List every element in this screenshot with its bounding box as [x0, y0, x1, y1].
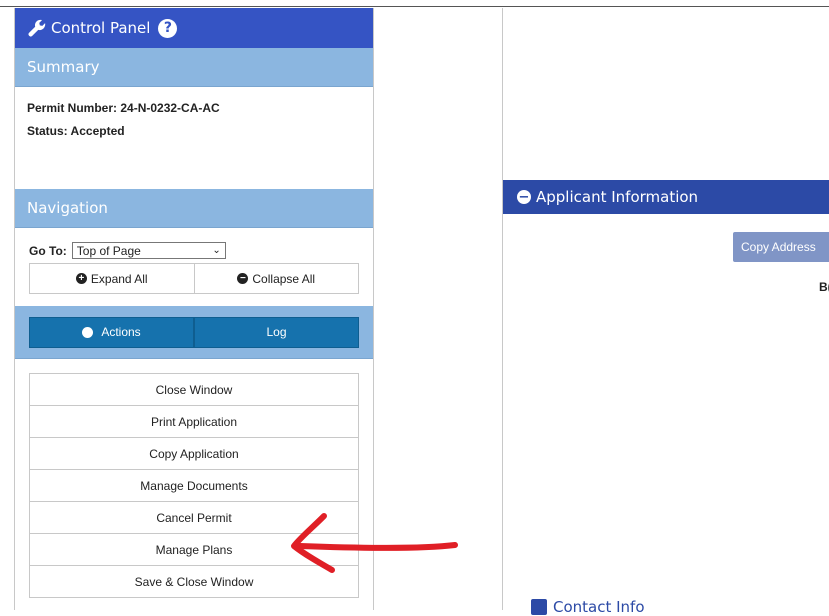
plus-circle-icon: + [75, 273, 87, 284]
action-list: Close Window Print Application Copy Appl… [29, 373, 359, 598]
content-divider [502, 8, 503, 610]
tab-row: Actions Log [29, 316, 359, 348]
wrench-icon [28, 19, 46, 37]
summary-body: Permit Number: 24-N-0232-CA-AC Status: A… [15, 87, 373, 189]
summary-header: Summary [15, 48, 373, 87]
manage-plans-button[interactable]: Manage Plans [30, 534, 358, 566]
applicant-info-header[interactable]: − Applicant Information [503, 180, 829, 214]
tab-actions[interactable]: Actions [29, 316, 194, 348]
expand-collapse-row: + Expand All − Collapse All [29, 263, 359, 294]
minus-circle-icon: − [237, 273, 249, 284]
expand-all-label: Expand All [90, 271, 148, 286]
control-panel: Control Panel ? Summary Permit Number: 2… [14, 8, 374, 610]
permit-number: Permit Number: 24-N-0232-CA-AC [27, 101, 220, 115]
permit-status: Status: Accepted [27, 124, 125, 138]
tab-log-label: Log [266, 325, 287, 339]
applicant-info-title: Applicant Information [536, 188, 699, 206]
chevron-down-icon: ⌄ [212, 245, 221, 256]
close-window-button[interactable]: Close Window [30, 374, 358, 406]
contact-info-header[interactable]: Contact Info [531, 598, 645, 616]
tab-actions-label: Actions [101, 325, 141, 339]
navigation-header: Navigation [15, 189, 373, 228]
help-icon[interactable]: ? [158, 18, 178, 38]
collapse-all-button[interactable]: − Collapse All [193, 264, 359, 293]
goto-row: Go To: Top of Page ⌄ [29, 242, 359, 259]
tabs-band: Actions Log [15, 306, 373, 359]
contact-info-title: Contact Info [553, 598, 645, 616]
summary-title: Summary [27, 58, 100, 76]
save-close-window-button[interactable]: Save & Close Window [30, 566, 358, 597]
print-application-button[interactable]: Print Application [30, 406, 358, 438]
copy-address-button[interactable]: Copy Address [733, 232, 829, 262]
partial-label: B( [819, 280, 829, 294]
navigation-title: Navigation [27, 199, 108, 217]
circle-icon [82, 326, 94, 338]
expand-all-button[interactable]: + Expand All [30, 264, 194, 293]
goto-label: Go To: [29, 243, 67, 258]
top-border-line [0, 6, 829, 7]
copy-application-button[interactable]: Copy Application [30, 438, 358, 470]
manage-documents-button[interactable]: Manage Documents [30, 470, 358, 502]
navigation-body: Go To: Top of Page ⌄ + Expand All − Coll… [15, 228, 373, 294]
tab-log[interactable]: Log [194, 316, 359, 348]
collapse-all-label: Collapse All [252, 271, 316, 286]
minus-circle-icon: − [517, 189, 531, 205]
control-panel-header: Control Panel ? [15, 8, 373, 48]
control-panel-title: Control Panel [51, 19, 151, 37]
goto-selected-value: Top of Page [76, 243, 141, 258]
cancel-permit-button[interactable]: Cancel Permit [30, 502, 358, 534]
contact-icon [531, 599, 547, 615]
goto-select[interactable]: Top of Page ⌄ [71, 242, 226, 259]
